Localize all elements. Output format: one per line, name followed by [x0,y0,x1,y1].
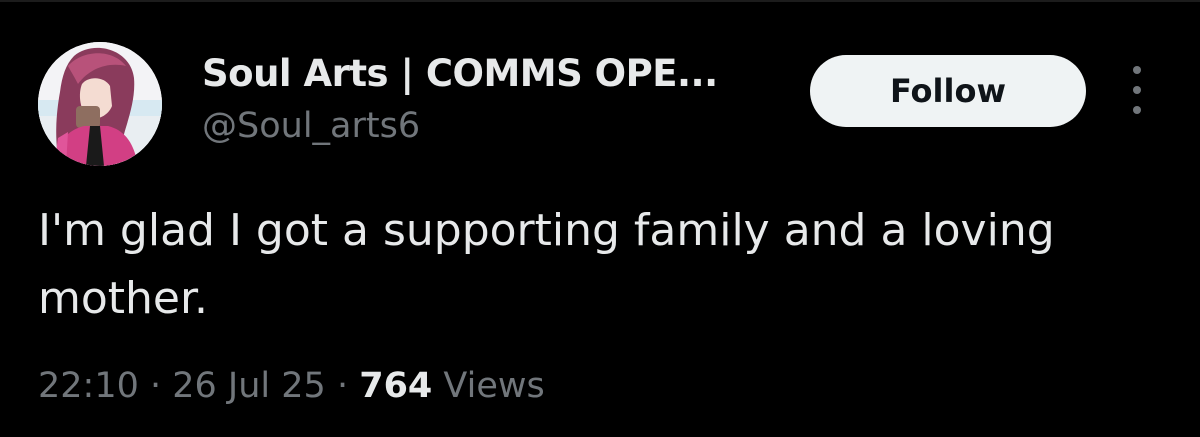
more-dot [1133,66,1141,74]
views-label: Views [443,366,545,406]
tweet-time[interactable]: 22:10 [38,366,139,406]
more-dot [1133,106,1141,114]
view-count: 764 [359,366,433,406]
tweet-date[interactable]: 26 Jul 25 [172,366,326,406]
more-dot [1133,86,1141,94]
tweet-metadata: 22:10 · 26 Jul 25 · 764 Views [38,366,545,406]
author-display-name[interactable]: Soul Arts | COMMS OPE... [202,52,718,95]
meta-separator: · [325,366,360,406]
tweet-text: I'm glad I got a supporting family and a… [38,205,1055,324]
top-divider [0,0,1200,2]
follow-button[interactable]: Follow [810,55,1086,127]
author-handle[interactable]: @Soul_arts6 [202,106,420,146]
avatar[interactable] [38,42,162,166]
more-options-icon[interactable] [1124,66,1150,114]
anime-girl-avatar-icon [38,42,162,166]
meta-separator: · [138,366,173,406]
